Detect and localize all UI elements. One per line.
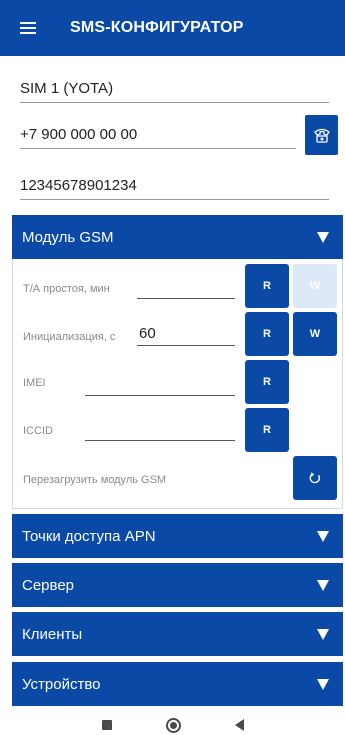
reboot-label: Перезагрузить модуль GSM [23,474,167,486]
device-code-field[interactable]: 12345678901234 [20,177,329,200]
imei-label: IMEI [23,377,46,389]
back-icon[interactable] [234,719,244,731]
section-gsm-header[interactable]: Модуль GSM [12,215,343,259]
imei-read-button[interactable]: R [245,360,289,404]
telephone-icon [313,128,330,143]
init-time-value: 60 [139,325,156,342]
caret-down-icon [317,628,329,640]
init-time-label: Инициализация, с [23,331,116,343]
iccid-input[interactable] [85,440,235,441]
init-write-button[interactable]: W [293,312,337,356]
sim-name-field[interactable]: SIM 1 (YOTA) [20,80,329,103]
section-apn-title: Точки доступа APN [22,527,156,545]
phone-number-field[interactable]: +7 900 000 00 00 [20,126,296,149]
section-clients-header[interactable]: Клиенты [12,612,343,656]
idle-write-button[interactable]: W [293,264,337,308]
gsm-panel: Т/А простоя, мин R W Инициализация, с 60… [12,259,343,509]
imei-input[interactable] [85,395,235,396]
hamburger-menu-icon[interactable] [20,22,36,34]
recent-apps-icon[interactable] [101,720,112,730]
section-clients-title: Клиенты [22,625,83,643]
section-server-header[interactable]: Сервер [12,563,343,607]
idle-time-input[interactable] [137,298,235,299]
section-server-title: Сервер [22,576,75,594]
caret-down-icon [317,678,329,690]
app-title: SMS-КОНФИГУРАТОР [70,19,244,36]
home-icon[interactable] [165,717,181,733]
caret-down-icon [317,579,329,591]
section-apn-header[interactable]: Точки доступа APN [12,514,343,558]
section-device-header[interactable]: Устройство [12,662,343,706]
system-nav-bar [0,715,345,735]
section-gsm-title: Модуль GSM [22,228,114,246]
caret-down-icon [317,530,329,542]
idle-time-label: Т/А простоя, мин [23,283,110,295]
init-read-button[interactable]: R [245,312,289,356]
idle-read-button[interactable]: R [245,264,289,308]
reboot-button[interactable] [293,456,337,500]
iccid-label: ICCID [23,425,53,437]
app-bar: SMS-КОНФИГУРАТОР [0,0,345,56]
refresh-icon [309,472,321,484]
iccid-read-button[interactable]: R [245,408,289,452]
caret-down-icon [317,231,329,243]
section-device-title: Устройство [22,675,101,693]
init-time-input[interactable] [137,345,235,346]
call-button[interactable] [305,115,338,155]
